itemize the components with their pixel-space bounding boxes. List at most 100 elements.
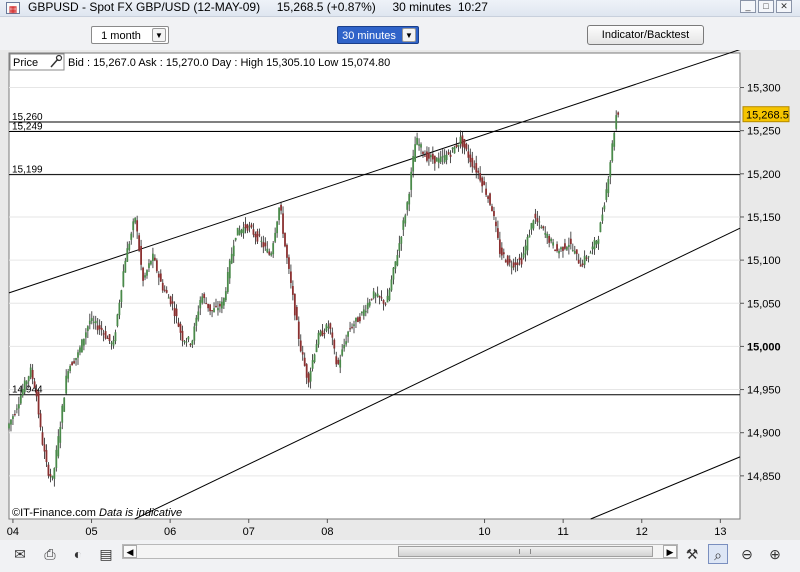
y-tick-label: 15,050 — [747, 298, 781, 310]
x-tick-label: 11 — [557, 526, 568, 538]
candle-body — [447, 152, 450, 155]
candle-body — [221, 301, 223, 309]
candle-body — [406, 202, 409, 210]
candle-body — [15, 408, 18, 410]
candle-body — [311, 360, 314, 369]
candle-body — [205, 303, 208, 305]
candle-body — [585, 257, 588, 259]
candle-body — [49, 474, 52, 477]
zoom-out-icon[interactable]: ⊖ — [737, 544, 757, 564]
candle-body — [301, 352, 304, 355]
maximize-icon[interactable]: □ — [758, 0, 774, 13]
candle-body — [69, 365, 72, 371]
candle-body — [566, 246, 568, 250]
candle-body — [528, 235, 531, 238]
chart-scrollbar[interactable]: ◀ ▶ — [122, 544, 678, 559]
candle-body — [83, 338, 85, 346]
candle-body — [130, 233, 133, 240]
interval-select[interactable]: 30 minutes ▼ — [337, 26, 419, 44]
minimize-icon[interactable]: _ — [740, 0, 756, 13]
y-tick-label: 15,300 — [747, 83, 781, 95]
candle-body — [329, 323, 332, 329]
y-tick-label: 14,900 — [747, 428, 781, 440]
candle-body — [526, 236, 529, 251]
candle-body — [414, 144, 417, 162]
candle-body — [291, 286, 294, 295]
plot-area — [8, 52, 741, 520]
candle-body — [250, 224, 253, 228]
horizontal-level-label: 15,199 — [12, 165, 43, 176]
price-chart[interactable]: 15,26015,24915,19914,944 15,30015,25015,… — [0, 50, 800, 540]
mail-icon[interactable]: ✉ — [10, 544, 30, 564]
candle-body — [601, 214, 604, 221]
candle-body — [183, 340, 186, 343]
candle-body — [122, 271, 125, 287]
candle-body — [213, 308, 215, 313]
candle-body — [333, 339, 336, 349]
candle-body — [347, 331, 349, 337]
quote-text: Bid : 15,267.0 Ask : 15,270.0 Day : High… — [68, 57, 390, 69]
notes-icon[interactable]: ▤ — [96, 544, 116, 564]
candle-body — [471, 157, 474, 167]
candle-body — [94, 320, 97, 324]
candle-body — [299, 340, 302, 352]
candle-body — [110, 342, 113, 344]
candle-body — [351, 326, 353, 328]
candle-body — [510, 266, 513, 268]
bookmark-icon[interactable]: ◐ — [68, 544, 88, 564]
candle-body — [459, 136, 462, 145]
candle-body — [100, 327, 103, 331]
candle-body — [61, 405, 64, 423]
candle-body — [35, 389, 38, 397]
candle-body — [195, 317, 198, 326]
candle-body — [203, 293, 206, 299]
candle-body — [599, 222, 602, 233]
close-icon[interactable]: ✕ — [776, 0, 792, 13]
x-tick-label: 04 — [7, 526, 19, 538]
candle-body — [226, 271, 229, 292]
candle-body — [228, 260, 231, 279]
candle-body — [439, 156, 442, 162]
candle-body — [297, 321, 300, 339]
candle-body — [392, 267, 395, 280]
candle-body — [169, 296, 172, 305]
candle-body — [293, 293, 296, 316]
candle-body — [106, 337, 109, 339]
scroll-right-icon[interactable]: ▶ — [663, 545, 677, 558]
interval-select-label: 30 minutes — [342, 30, 396, 42]
candle-body — [21, 388, 24, 396]
x-tick-label: 13 — [714, 526, 726, 538]
zoom-box-icon[interactable]: ⌕ — [708, 544, 728, 564]
print-icon[interactable]: ⎙ — [40, 544, 60, 564]
candle-body — [114, 332, 117, 342]
grip-icon — [519, 549, 531, 554]
chart-area[interactable]: 15,260 15,249 15,199 14,944 15,300 15,250 15,… — [0, 50, 800, 540]
candle-body — [222, 298, 225, 306]
candle-body — [569, 238, 572, 245]
x-tick-label: 10 — [478, 526, 490, 538]
candle-body — [88, 320, 91, 325]
chevron-down-icon[interactable]: ▼ — [152, 28, 166, 42]
candle-body — [335, 356, 338, 365]
candle-body — [573, 251, 576, 254]
period-select[interactable]: 1 month ▼ — [91, 26, 169, 44]
candle-body — [424, 155, 426, 157]
zoom-in-icon[interactable]: ⊕ — [765, 544, 785, 564]
candle-body — [362, 309, 365, 316]
tools-icon[interactable]: ⚒ — [682, 544, 702, 564]
candle-body — [609, 162, 612, 178]
candle-body — [211, 310, 213, 312]
candle-body — [45, 450, 48, 463]
bottom-toolbar: ✉ ⎙ ◐ ▤ ◀ ▶ ⚒ ⌕ ⊖ ⊕ — [0, 540, 800, 572]
candle-body — [55, 449, 58, 468]
chevron-down-icon[interactable]: ▼ — [402, 28, 416, 42]
candle-body — [264, 242, 267, 247]
candle-body — [193, 326, 196, 341]
candle-body — [532, 220, 535, 229]
scroll-thumb[interactable] — [398, 546, 653, 557]
candle-body — [282, 213, 284, 234]
scroll-left-icon[interactable]: ◀ — [123, 545, 137, 558]
candle-body — [524, 245, 527, 255]
indicator-backtest-button[interactable]: Indicator/Backtest — [587, 25, 704, 45]
candle-body — [317, 332, 320, 345]
